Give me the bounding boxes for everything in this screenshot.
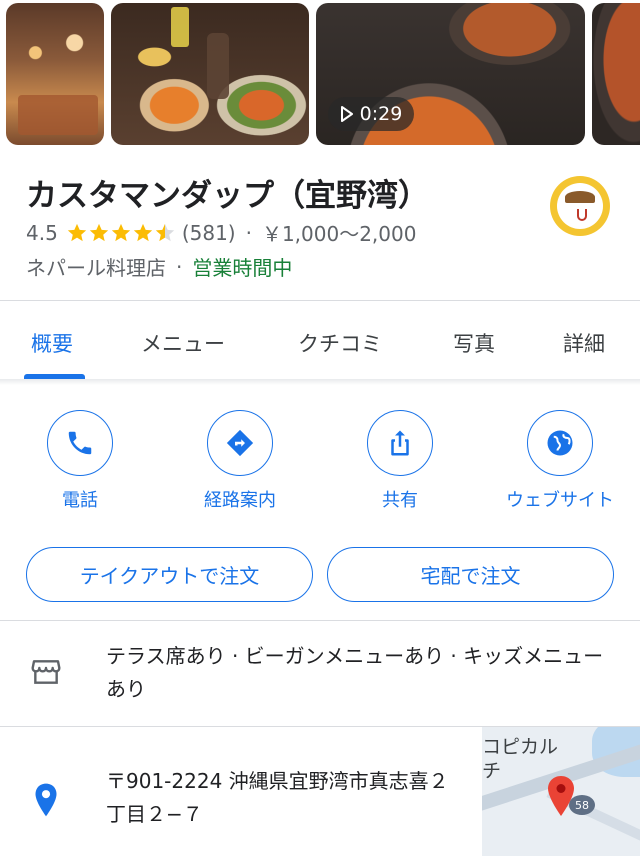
photo-interior[interactable] [6,3,104,145]
rating-value: 4.5 [26,220,58,245]
directions-button-circle[interactable] [207,410,273,476]
map-label-line2: チ [482,760,502,782]
phone-icon [68,431,92,455]
video-duration-badge: 0:29 [328,97,414,131]
place-title: カスタマンダップ（宜野湾） [26,178,429,214]
star-full-icon [111,223,130,241]
directions-button[interactable]: 経路案内 [170,410,310,512]
photo-food-platter[interactable] [111,3,309,145]
tab-photos[interactable]: 写真 [453,328,495,358]
delivery-order-button[interactable]: 宅配で注文 [327,547,614,602]
tab-overview[interactable]: 概要 [31,328,73,358]
restaurant-logo[interactable] [550,176,610,236]
directions-icon [226,429,254,457]
open-status[interactable]: 営業時間中 [192,252,292,281]
photo-strip[interactable]: 0:29 [0,0,640,148]
star-full-icon [133,223,152,241]
address-info[interactable]: 〒901-2224 沖縄県宜野湾市真志喜２丁目２−７ [106,765,466,831]
location-pin-icon [35,783,57,817]
map-pin-icon [548,776,574,816]
separator-dot: · [176,254,183,279]
share-icon [391,430,409,456]
star-half-icon [155,223,174,241]
website-button[interactable]: ウェブサイト [490,410,630,512]
rating-row[interactable]: 4.5 (581) · ￥1,000～2,000 [26,218,416,247]
photo-curry[interactable] [592,3,640,145]
website-label: ウェブサイト [506,490,614,511]
category-row: ネパール料理店 · 営業時間中 [26,252,292,281]
share-button[interactable]: 共有 [330,410,470,512]
tab-details[interactable]: 詳細 [563,328,605,358]
play-icon [340,106,353,122]
website-button-circle[interactable] [527,410,593,476]
tab-bar: 概要 メニュー クチコミ 写真 詳細 [0,301,640,380]
star-rating [66,222,176,244]
directions-label: 経路案内 [204,490,276,511]
call-label: 電話 [62,490,98,511]
star-full-icon [67,223,86,241]
separator-dot: · [245,220,252,245]
star-full-icon [89,223,108,241]
map-thumbnail[interactable]: コピカル チ 58 [482,727,640,856]
amenities-info[interactable]: テラス席あり · ビーガンメニューあり · キッズメニューあり [106,640,606,706]
takeout-order-button[interactable]: テイクアウトで注文 [26,547,313,602]
price-range: ￥1,000～2,000 [261,222,417,246]
globe-icon [547,430,573,456]
section-divider [0,620,640,621]
place-category: ネパール料理店 [26,256,166,280]
tab-reviews[interactable]: クチコミ [298,328,382,358]
logo-emblem [557,183,603,229]
map-label-line1: コピカル [482,736,559,758]
share-button-circle[interactable] [367,410,433,476]
call-button-circle[interactable] [47,410,113,476]
share-label: 共有 [382,490,418,511]
video-duration: 0:29 [359,103,403,125]
tabs-shadow [0,379,640,385]
call-button[interactable]: 電話 [10,410,150,512]
tab-menu[interactable]: メニュー [141,328,225,358]
storefront-icon [31,660,61,684]
review-count: (581) [181,220,236,245]
